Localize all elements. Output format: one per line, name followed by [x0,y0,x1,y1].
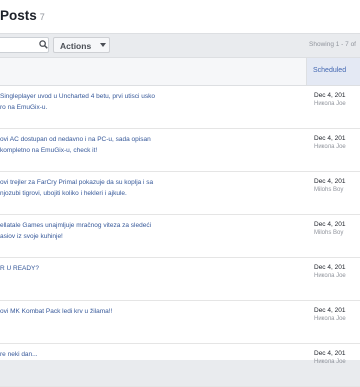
column-header-scheduled[interactable]: Scheduled [306,58,360,85]
post-date: Dec 4, 201 [314,350,346,357]
post-title-link[interactable]: ovi MK Kombat Pack ledi krv u žilama!! [0,307,232,318]
table-header: Scheduled [0,57,360,86]
post-title-link[interactable]: Singleplayer uvod u Uncharted 4 betu, pr… [0,92,232,113]
column-header-scheduled-label: Scheduled [313,67,347,74]
post-title-link[interactable]: ellatale Games unajmljuje mračnog viteza… [0,221,232,242]
post-date: Dec 4, 201 [314,135,346,142]
post-title-link[interactable]: ovi AC dostupan od nedavno i na PC-u, sa… [0,135,232,156]
post-author: Никола Јое [314,144,346,150]
post-author: Никола Јое [314,101,346,107]
posts-table: Scheduled Singleplayer uvod u Uncharted … [0,57,360,387]
post-count: 7 [39,12,45,22]
post-date: Dec 4, 201 [314,92,346,99]
post-author: Milohs Boy [314,230,344,236]
post-date: Dec 4, 201 [314,221,346,228]
search-input[interactable] [0,37,49,53]
post-title-link[interactable]: re neki dan... [0,350,232,361]
actions-label: Actions [60,41,92,51]
table-row[interactable]: re neki dan... Dec 4, 201 Никола Јое [0,344,360,387]
table-row[interactable]: Singleplayer uvod u Uncharted 4 betu, pr… [0,86,360,129]
table-row[interactable]: ovi trejler za FarCry Primal pokazuje da… [0,172,360,215]
actions-dropdown[interactable]: Actions [53,37,110,53]
post-author: Никола Јое [314,316,346,322]
toolbar: Actions Showing 1 - 7 of [0,33,360,57]
post-date: Dec 4, 201 [314,307,346,314]
page-title: Posts 7 [0,8,45,23]
chevron-down-icon [100,43,106,47]
post-title-link[interactable]: ovi trejler za FarCry Primal pokazuje da… [0,178,232,199]
page-header: Posts 7 [0,0,360,34]
search-icon[interactable] [39,40,48,49]
table-row[interactable]: ovi AC dostupan od nedavno i na PC-u, sa… [0,129,360,172]
table-row[interactable]: ovi MK Kombat Pack ledi krv u žilama!! D… [0,301,360,344]
post-author: Milohs Boy [314,187,344,193]
table-row[interactable]: R U READY? Dec 4, 201 Никола Јое [0,258,360,301]
post-date: Dec 4, 201 [314,178,346,185]
table-row[interactable]: ellatale Games unajmljuje mračnog viteza… [0,215,360,258]
post-title-link[interactable]: R U READY? [0,264,232,275]
pagination-summary: Showing 1 - 7 of [309,41,356,48]
page-title-text: Posts [0,8,37,23]
post-date: Dec 4, 201 [314,264,346,271]
post-author: Никола Јое [314,273,346,279]
